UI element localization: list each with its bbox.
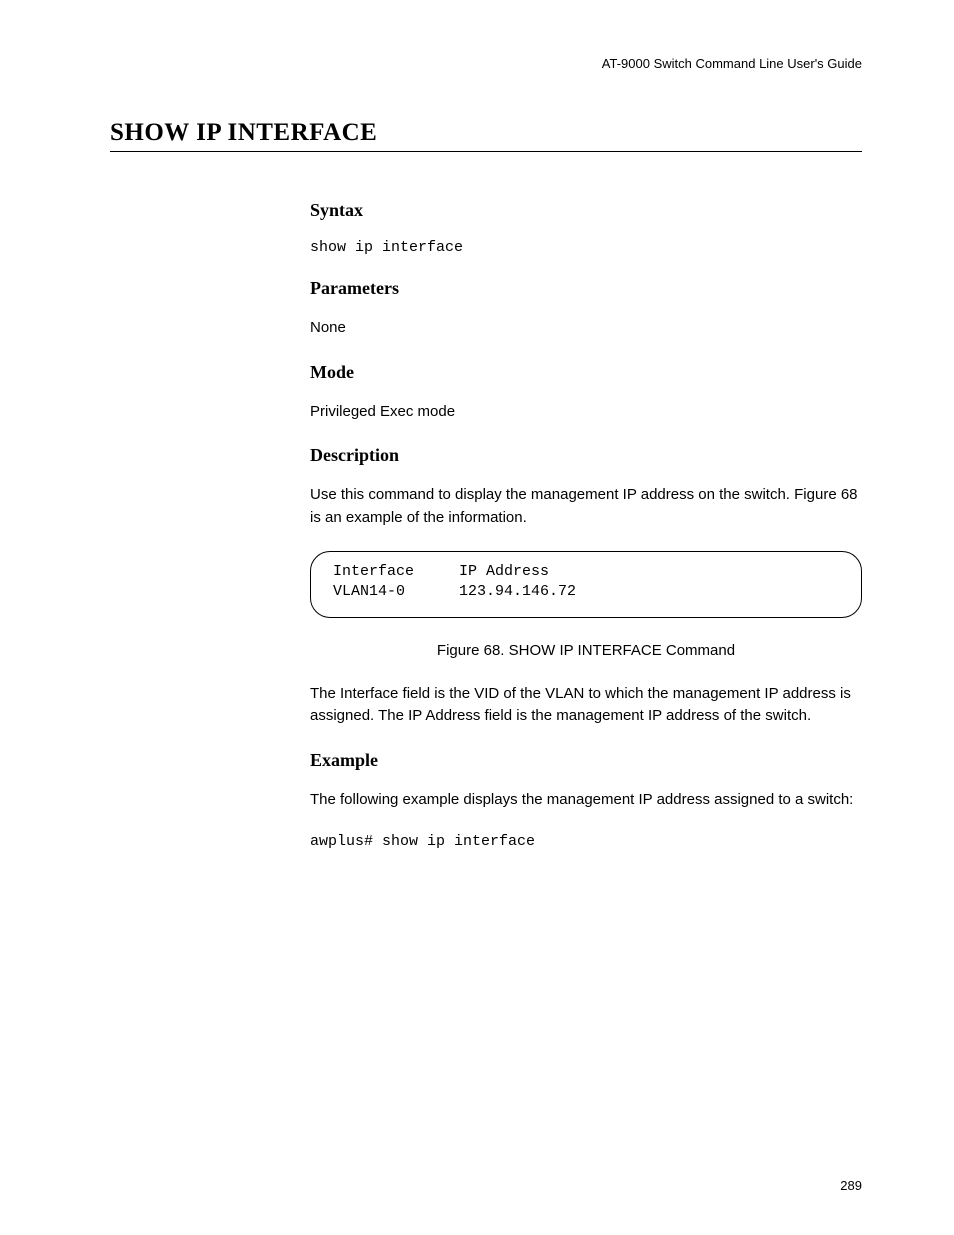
output-text: Interface IP Address VLAN14-0 123.94.146… [333,562,839,603]
figure-caption: Figure 68. SHOW IP INTERFACE Command [310,642,862,659]
example-text: The following example displays the manag… [310,789,862,812]
header-guide-title: AT-9000 Switch Command Line User's Guide [110,56,862,71]
example-heading: Example [310,750,862,771]
mode-heading: Mode [310,362,862,383]
description-text-2: The Interface field is the VID of the VL… [310,683,862,728]
page-number: 289 [840,1178,862,1193]
description-heading: Description [310,445,862,466]
mode-text: Privileged Exec mode [310,401,862,424]
syntax-heading: Syntax [310,200,862,221]
example-command: awplus# show ip interface [310,833,862,850]
content-area: Syntax show ip interface Parameters None… [310,200,862,850]
page-title: SHOW IP INTERFACE [110,119,862,152]
parameters-heading: Parameters [310,278,862,299]
syntax-command: show ip interface [310,239,862,256]
parameters-text: None [310,317,862,340]
output-box: Interface IP Address VLAN14-0 123.94.146… [310,551,862,618]
description-text-1: Use this command to display the manageme… [310,484,862,529]
